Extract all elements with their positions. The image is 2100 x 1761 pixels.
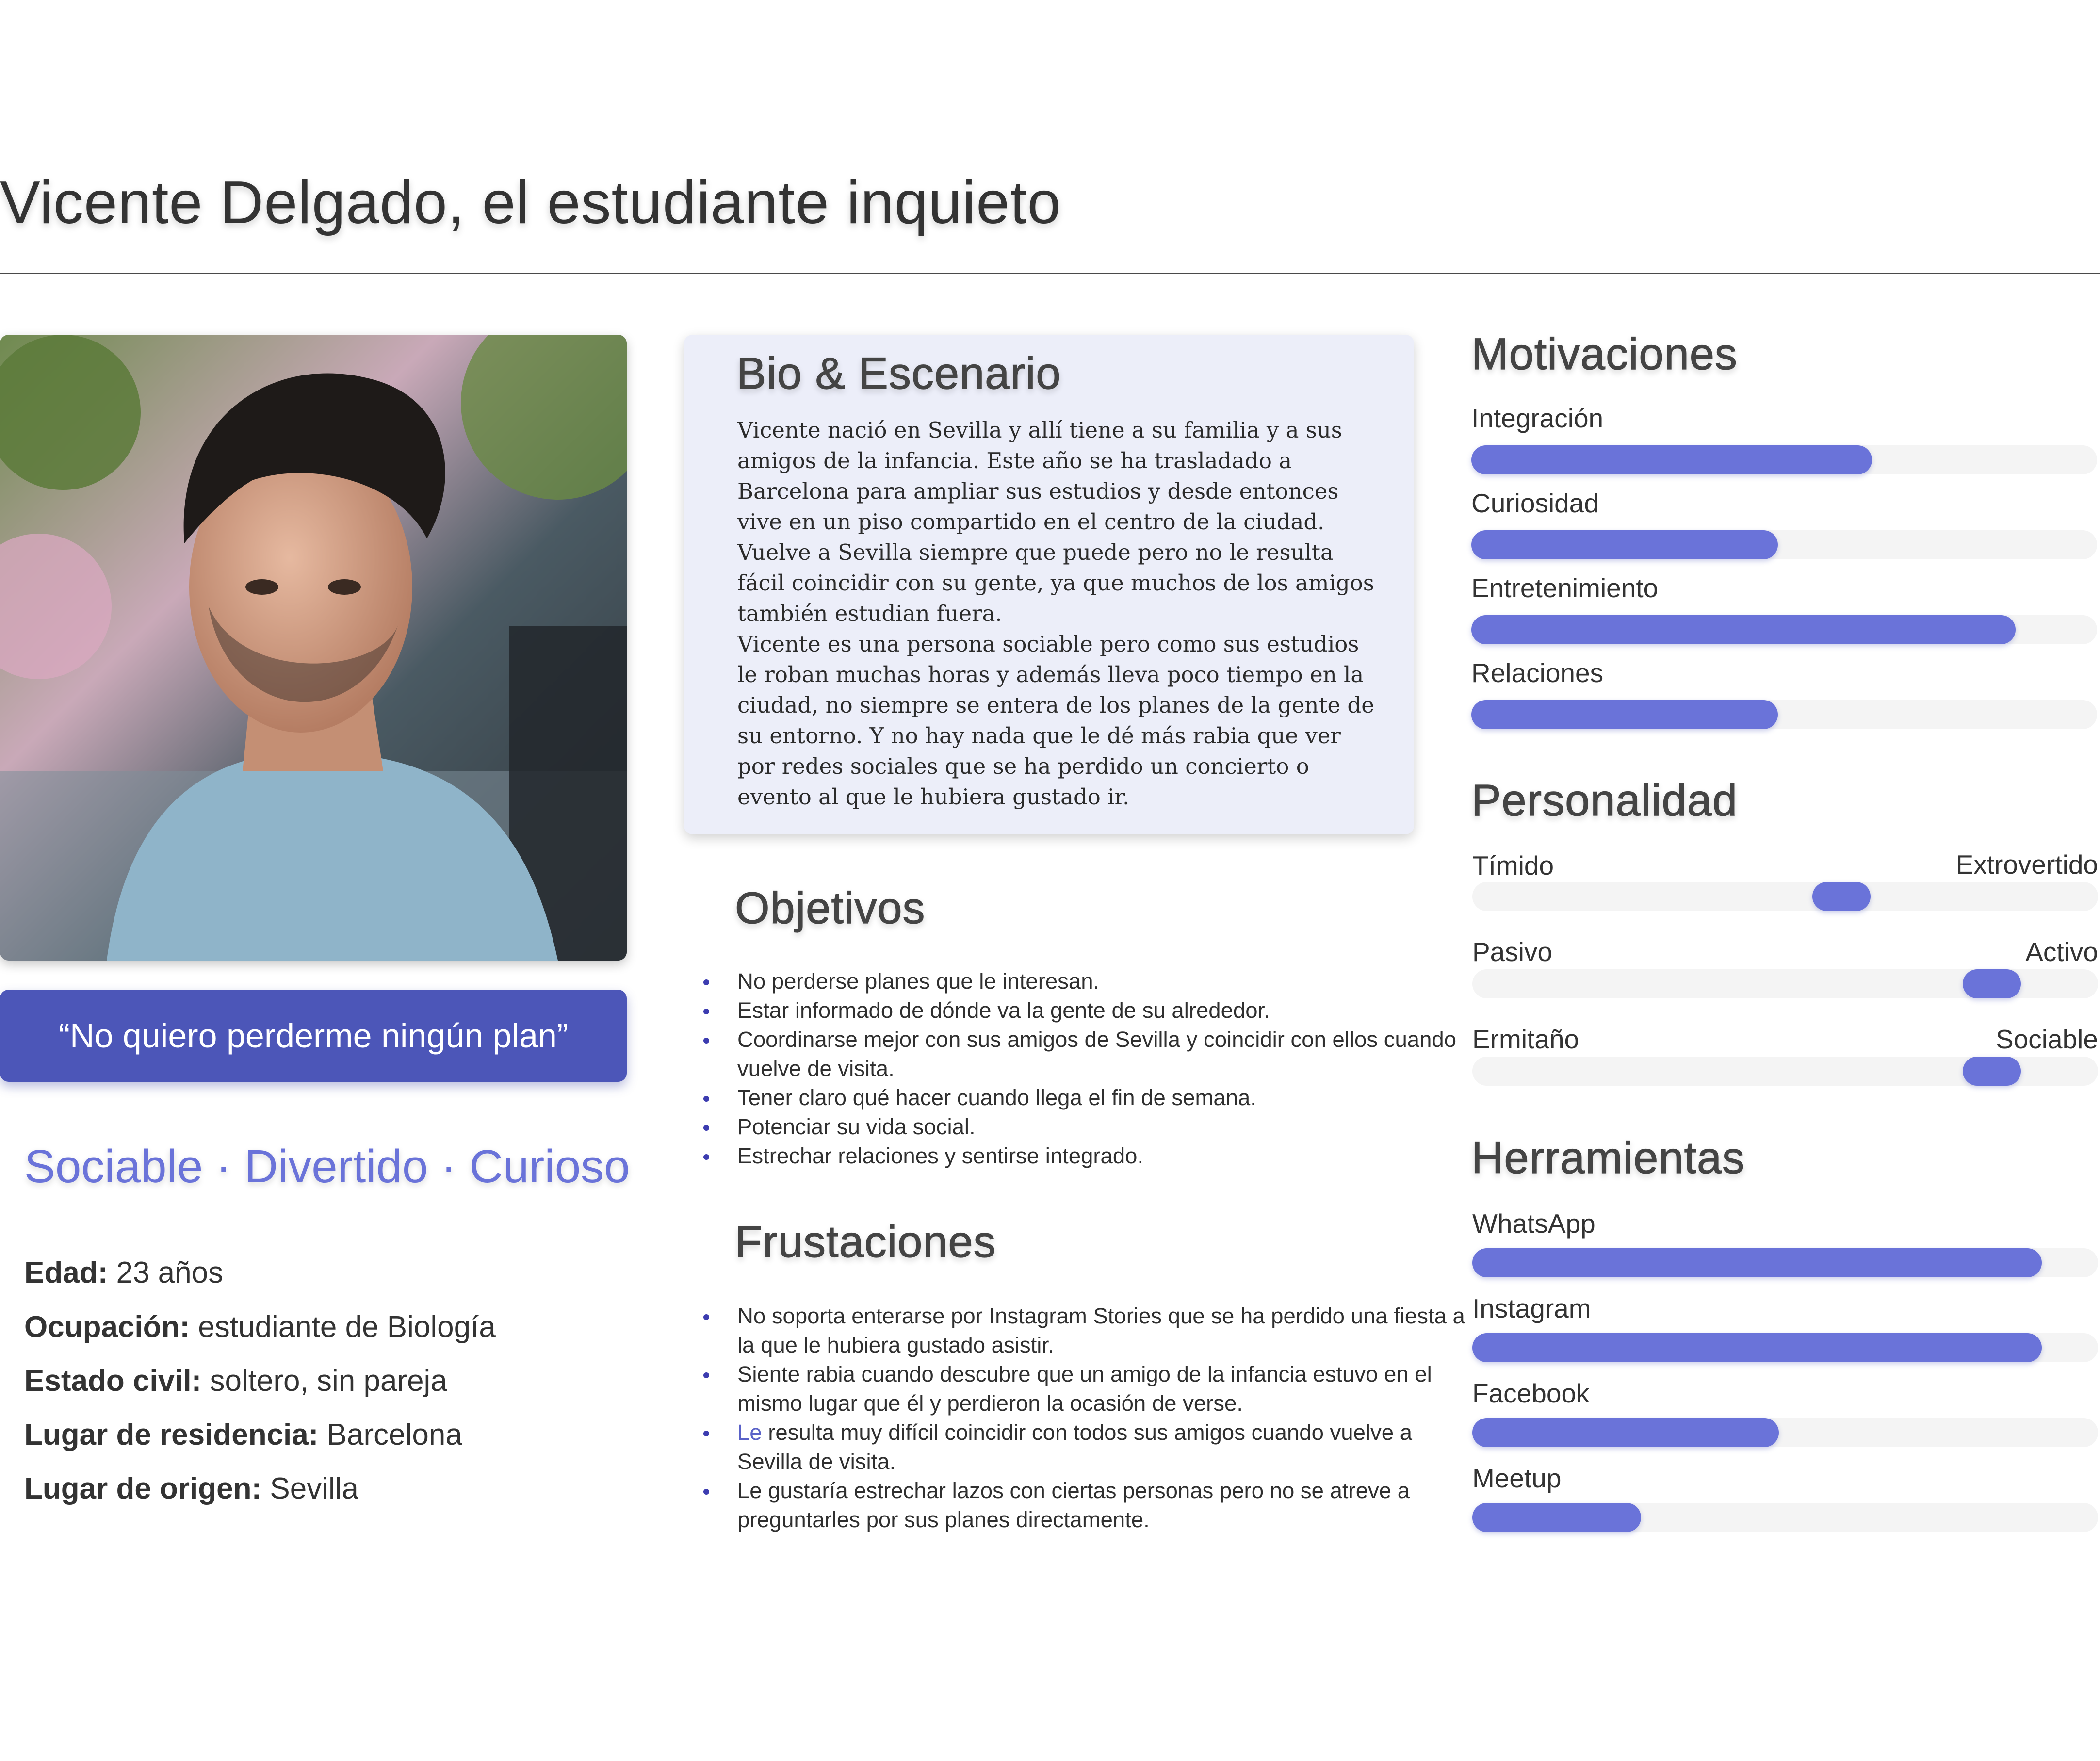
bar-fill <box>1471 700 1778 729</box>
profile-row: Lugar de residencia: Barcelona <box>24 1418 462 1452</box>
motivation-label: Relaciones <box>1471 658 1604 688</box>
tool-bar <box>1472 1503 2098 1532</box>
profile-row: Ocupación: estudiante de Biología <box>24 1310 496 1344</box>
bio-paragraph: Vicente es una persona sociable pero com… <box>737 631 1374 810</box>
bar-fill <box>1472 1418 1779 1447</box>
profile-label: Ocupación: <box>24 1310 190 1344</box>
bar-fill <box>1472 1333 2042 1362</box>
list-item: Tener claro qué hacer cuando llega el fi… <box>703 1083 1475 1112</box>
personality-right-label: Activo <box>2025 937 2098 967</box>
profile-label: Lugar de residencia: <box>24 1418 319 1451</box>
list-item: No soporta enterarse por Instagram Stori… <box>703 1302 1475 1360</box>
profile-value: Sevilla <box>261 1472 359 1505</box>
profile-label: Estado civil: <box>24 1364 202 1398</box>
tool-label: Facebook <box>1472 1378 1590 1408</box>
list-item: Siente rabia cuando descubre que un amig… <box>703 1360 1475 1418</box>
motivation-bar <box>1471 445 2097 474</box>
motivations-heading: Motivaciones <box>1471 329 1738 379</box>
tool-bar <box>1472 1248 2098 1277</box>
persona-quote: “No quiero perderme ningún plan” <box>0 990 627 1082</box>
page-title: Vicente Delgado, el estudiante inquieto <box>0 169 1061 236</box>
list-item: Potenciar su vida social. <box>703 1112 1475 1141</box>
motivation-label: Entretenimiento <box>1471 573 1659 603</box>
bar-fill <box>1471 445 1872 474</box>
slider-knob <box>1962 969 2021 998</box>
list-item: Coordinarse mejor con sus amigos de Sevi… <box>703 1025 1475 1083</box>
profile-label: Edad: <box>24 1256 108 1289</box>
tool-bar <box>1472 1418 2098 1447</box>
list-item: Le resulta muy difícil coincidir con tod… <box>703 1418 1475 1476</box>
motivation-label: Curiosidad <box>1471 488 1599 518</box>
profile-row: Lugar de origen: Sevilla <box>24 1471 358 1506</box>
tool-bar <box>1472 1333 2098 1362</box>
list-item: Estrechar relaciones y sentirse integrad… <box>703 1141 1475 1171</box>
title-divider <box>0 273 2100 274</box>
frustrations-list: No soporta enterarse por Instagram Stori… <box>694 1302 1475 1534</box>
tool-label: Meetup <box>1472 1463 1562 1493</box>
personality-right-label: Sociable <box>1996 1024 2098 1054</box>
bio-card: Bio & Escenario Vicente nació en Sevilla… <box>684 335 1414 834</box>
tool-label: Instagram <box>1472 1293 1591 1323</box>
list-item: Estar informado de dónde va la gente de … <box>703 996 1475 1025</box>
profile-value: 23 años <box>108 1256 224 1289</box>
motivation-bar <box>1471 615 2097 644</box>
bio-paragraph: Vicente nació en Sevilla y allí tiene a … <box>737 417 1374 626</box>
personality-right-label: Extrovertido <box>1955 849 2098 880</box>
bar-fill <box>1472 1503 1642 1532</box>
personality-slider <box>1472 882 2098 911</box>
bar-fill <box>1471 615 2016 644</box>
list-item: No perderse planes que le interesan. <box>703 967 1475 996</box>
profile-row: Estado civil: soltero, sin pareja <box>24 1364 447 1398</box>
slider-knob <box>1962 1057 2021 1086</box>
bar-fill <box>1471 530 1778 559</box>
profile-label: Lugar de origen: <box>24 1472 262 1505</box>
motivation-bar <box>1471 530 2097 559</box>
personality-heading: Personalidad <box>1471 775 1738 825</box>
persona-traits: Sociable · Divertido · Curioso <box>24 1141 630 1192</box>
profile-value: estudiante de Biología <box>190 1310 496 1344</box>
motivation-label: Integración <box>1471 403 1604 433</box>
bio-heading: Bio & Escenario <box>736 348 1061 398</box>
frustrations-heading: Frustaciones <box>734 1217 996 1267</box>
profile-row: Edad: 23 años <box>24 1256 223 1290</box>
list-item: Le gustaría estrechar lazos con ciertas … <box>703 1476 1475 1534</box>
motivation-bar <box>1471 700 2097 729</box>
personality-slider <box>1472 969 2098 998</box>
slider-knob <box>1812 882 1871 911</box>
bio-text: Vicente nació en Sevilla y allí tiene a … <box>737 415 1378 812</box>
personality-slider <box>1472 1057 2098 1086</box>
objectives-heading: Objetivos <box>734 883 926 933</box>
tools-heading: Herramientas <box>1471 1133 1745 1183</box>
profile-value: soltero, sin pareja <box>201 1364 447 1398</box>
bar-fill <box>1472 1248 2042 1277</box>
profile-value: Barcelona <box>318 1418 462 1451</box>
objectives-list: No perderse planes que le interesan. Est… <box>694 967 1475 1171</box>
tool-label: WhatsApp <box>1472 1208 1595 1239</box>
persona-photo <box>0 335 627 961</box>
